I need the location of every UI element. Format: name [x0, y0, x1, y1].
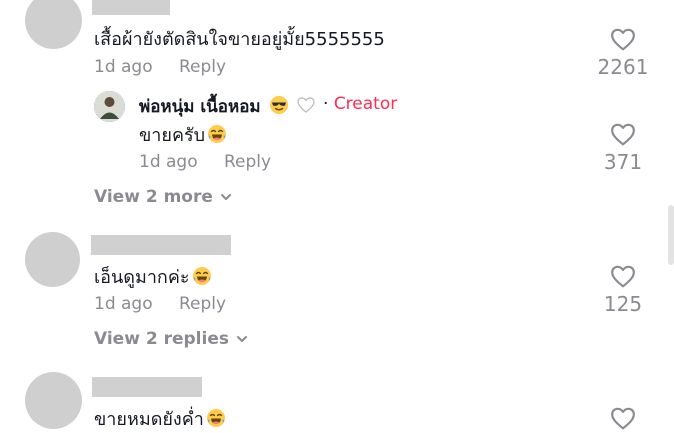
reply-timestamp: 1d ago: [139, 152, 198, 172]
redacted-username: [92, 0, 170, 15]
chevron-down-icon: [236, 336, 247, 342]
like-group: 371: [593, 122, 653, 174]
laughing-emoji-icon: [208, 125, 227, 143]
like-count: 125: [603, 292, 643, 316]
laughing-emoji-icon: [192, 267, 211, 285]
creator-badge: · Creator: [323, 94, 397, 114]
heart-icon[interactable]: [610, 264, 636, 288]
avatar[interactable]: [25, 0, 82, 49]
like-group: 2261: [593, 27, 653, 79]
creator-label: Creator: [333, 94, 398, 114]
like-count: 371: [603, 150, 643, 174]
creator-name[interactable]: พ่อหนุ่ม เนื้อหอม: [139, 93, 316, 120]
reply-button[interactable]: Reply: [179, 294, 226, 314]
reply-text: ขายครับ: [139, 120, 227, 149]
chevron-down-icon: [220, 194, 231, 200]
comment-text: ขายหมดยังค่ำ: [94, 404, 226, 433]
like-group: 125: [593, 264, 653, 316]
scrollbar[interactable]: [668, 205, 674, 265]
heart-icon[interactable]: [610, 27, 636, 51]
redacted-username: [91, 235, 231, 255]
creator-avatar[interactable]: [94, 91, 125, 122]
like-group: [593, 406, 653, 430]
redacted-username: [92, 377, 202, 397]
badge-separator: ·: [323, 94, 329, 114]
laughing-emoji-icon: [206, 409, 225, 427]
heart-icon[interactable]: [610, 122, 636, 146]
reply-button[interactable]: Reply: [224, 152, 271, 172]
heart-icon[interactable]: [610, 406, 636, 430]
comment-timestamp: 1d ago: [94, 294, 153, 314]
creator-avatar-image: [94, 91, 125, 122]
reply-button[interactable]: Reply: [179, 57, 226, 77]
avatar[interactable]: [25, 372, 82, 429]
white-heart-emoji-icon: [297, 97, 316, 113]
view-more-replies-button[interactable]: View 2 more: [94, 187, 233, 207]
comment-text: เอ็นดูมากค่ะ: [94, 262, 212, 291]
comment-timestamp: 1d ago: [94, 57, 153, 77]
sunglasses-emoji-icon: [269, 96, 288, 114]
avatar[interactable]: [25, 232, 80, 287]
comment-text: เสื้อผ้ายังตัดสินใจขายอยู่มั้ย5555555: [94, 29, 385, 50]
view-replies-button[interactable]: View 2 replies: [94, 329, 249, 349]
like-count: 2261: [597, 55, 649, 79]
